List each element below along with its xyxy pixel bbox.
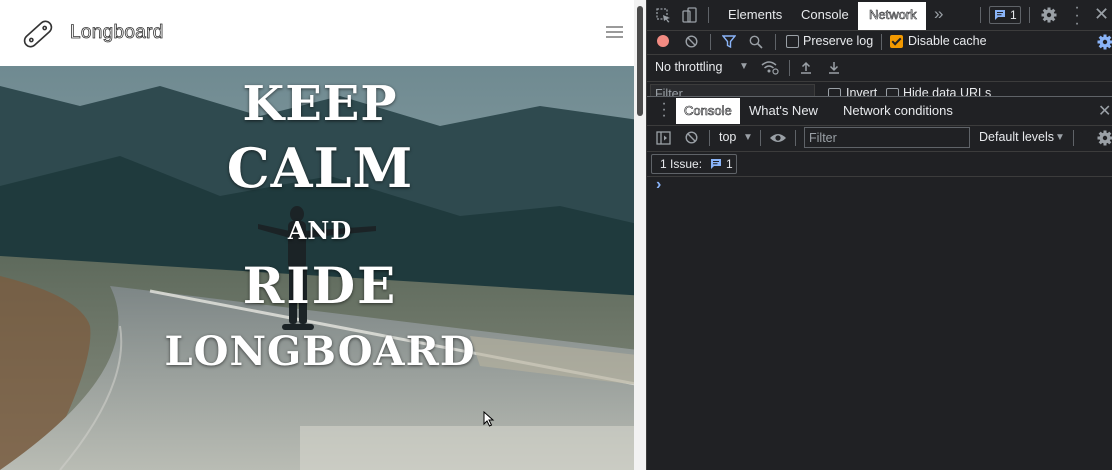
hamburger-menu-icon[interactable] — [606, 26, 623, 40]
console-issues-row: 1 Issue: 1 — [647, 152, 1112, 177]
tab-elements[interactable]: Elements — [728, 7, 782, 22]
kebab-menu-icon[interactable]: · · · — [1074, 0, 1080, 32]
network-conditions-wifi-icon[interactable] — [761, 60, 779, 75]
message-icon — [995, 10, 1005, 20]
website-viewport: Longboard KEEP CALM AND RIDE LONGBOARD — [0, 0, 646, 470]
record-icon[interactable] — [657, 35, 669, 47]
site-title[interactable]: Longboard — [70, 22, 164, 44]
close-devtools-icon[interactable]: ✕ — [1094, 4, 1109, 25]
disable-cache-checkbox[interactable] — [890, 35, 903, 48]
drawer-tab-whats-new[interactable]: What's New — [749, 103, 818, 118]
devtools-tabbar: Elements Console Network » 1 · · · ✕ — [647, 0, 1112, 32]
console-filter-input[interactable]: Filter — [804, 127, 970, 148]
network-filter-input[interactable]: Filter — [650, 84, 815, 96]
clear-console-icon[interactable] — [685, 131, 698, 144]
context-select[interactable]: top — [719, 130, 736, 144]
site-navbar: Longboard — [0, 0, 634, 67]
inspect-element-icon[interactable] — [656, 8, 671, 23]
drawer-menu-icon[interactable]: · · · — [661, 96, 667, 124]
disable-cache-label[interactable]: Disable cache — [908, 34, 987, 48]
drawer-tabbar: · · · Console What's New Network condition… — [647, 96, 1112, 126]
hero-line-ride: RIDE — [242, 256, 398, 315]
console-prompt-row[interactable]: › — [647, 176, 1112, 198]
hero-line-calm: CALM — [226, 136, 414, 200]
log-levels-dropdown-icon[interactable]: ▼ — [1055, 132, 1065, 143]
log-levels-select[interactable]: Default levels — [979, 130, 1054, 144]
live-expression-eye-icon[interactable] — [769, 132, 787, 144]
export-har-icon[interactable] — [828, 61, 840, 74]
hero-line-longboard: LONGBOARD — [164, 328, 476, 375]
double-chevron-icon[interactable]: » — [934, 4, 943, 24]
clear-icon[interactable] — [685, 35, 698, 48]
search-icon[interactable] — [749, 35, 763, 49]
preserve-log-label[interactable]: Preserve log — [803, 34, 873, 48]
console-prompt-chevron-icon: › — [656, 176, 662, 193]
tab-console[interactable]: Console — [801, 7, 849, 22]
close-drawer-icon[interactable]: ✕ — [1098, 101, 1111, 121]
network-toolbar: Preserve log Disable cache — [647, 30, 1112, 55]
device-toolbar-icon[interactable] — [681, 7, 697, 23]
issues-count: 1 — [726, 157, 733, 171]
hide-data-urls-label[interactable]: Hide data URLs — [903, 86, 991, 96]
invert-label[interactable]: Invert — [846, 86, 877, 96]
devtools-panel: Elements Console Network » 1 · · · ✕ Pre… — [646, 0, 1112, 470]
context-dropdown-icon[interactable]: ▼ — [743, 132, 753, 143]
console-settings-gear-icon[interactable] — [1097, 130, 1112, 146]
network-settings-gear-icon[interactable] — [1097, 34, 1112, 50]
issues-label: 1 Issue: — [660, 157, 703, 171]
import-har-icon[interactable] — [800, 61, 812, 74]
settings-gear-icon[interactable] — [1041, 7, 1057, 23]
throttling-dropdown-icon[interactable]: ▼ — [739, 61, 749, 72]
invert-checkbox[interactable] — [828, 88, 841, 96]
network-toolbar-throttling: No throttling ▼ — [647, 55, 1112, 82]
drawer-tab-network-conditions[interactable]: Network conditions — [843, 103, 953, 118]
mouse-cursor-icon — [483, 411, 495, 427]
issues-link[interactable]: 1 Issue: 1 — [651, 154, 737, 174]
hide-data-urls-checkbox[interactable] — [886, 88, 899, 96]
console-toolbar: top ▼ Filter Default levels ▼ — [647, 125, 1112, 152]
issue-message-icon — [711, 159, 721, 169]
network-filter-row: Filter Invert Hide data URLs — [647, 82, 1112, 96]
drawer-tab-console[interactable]: Console — [684, 103, 732, 119]
scrollbar-thumb[interactable] — [637, 6, 643, 116]
throttling-select[interactable]: No throttling — [655, 60, 722, 74]
issues-badge-count: 1 — [1010, 8, 1017, 22]
preserve-log-checkbox[interactable] — [786, 35, 799, 48]
issues-badge[interactable]: 1 — [989, 6, 1021, 24]
tab-network[interactable]: Network — [869, 7, 917, 23]
filter-funnel-icon[interactable] — [722, 35, 736, 48]
hero-line-and: AND — [287, 216, 353, 245]
hero-line-keep: KEEP — [242, 76, 398, 132]
hero-banner: KEEP CALM AND RIDE LONGBOARD — [0, 66, 646, 470]
page-scrollbar[interactable] — [634, 0, 646, 470]
show-sidebar-icon[interactable] — [656, 131, 671, 145]
skateboard-icon[interactable] — [20, 17, 56, 51]
